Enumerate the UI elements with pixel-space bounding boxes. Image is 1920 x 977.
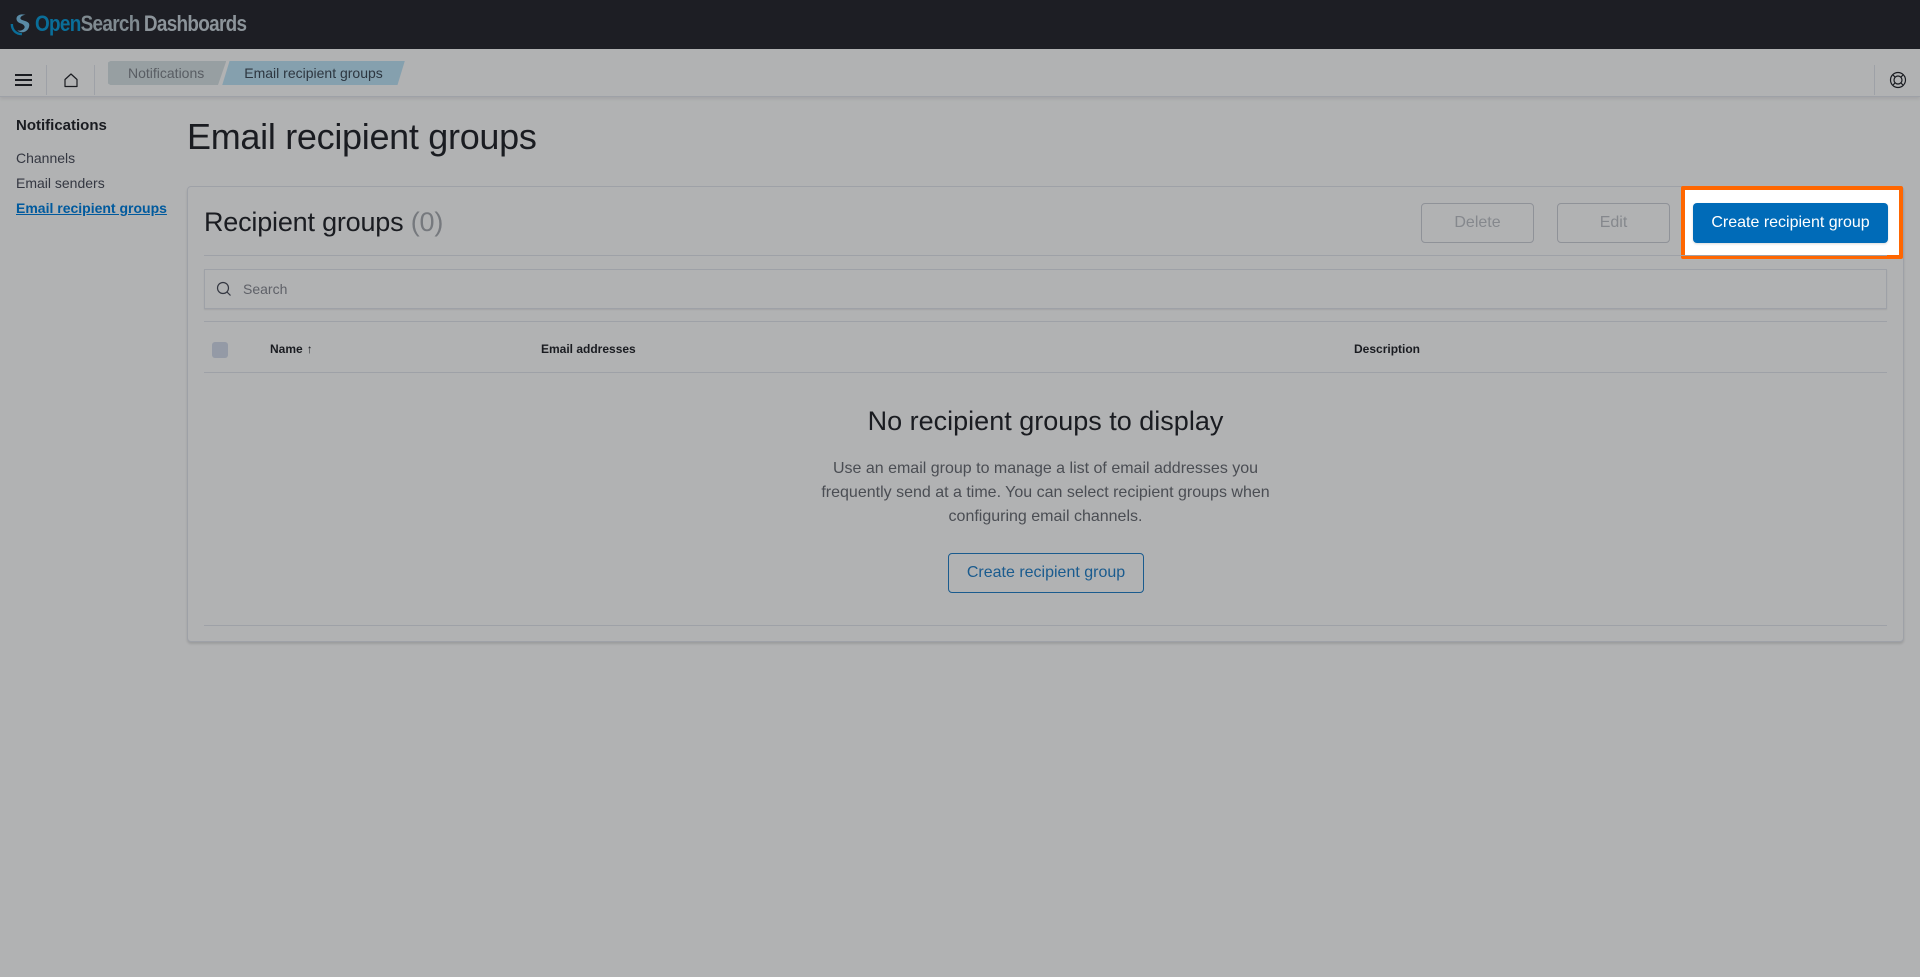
column-header-description[interactable]: Description [1354, 342, 1420, 356]
panel-title: Recipient groups (0) [204, 207, 443, 238]
help-button[interactable] [1874, 65, 1920, 95]
top-header: OpenSearch Dashboards [0, 0, 1920, 49]
empty-state-description: Use an email group to manage a list of e… [821, 460, 1270, 525]
breadcrumb-email-recipient-groups: Email recipient groups [222, 61, 405, 85]
opensearch-logo-icon [10, 14, 30, 36]
logo-text: OpenSearch Dashboards [35, 11, 247, 36]
breadcrumb: Notifications Email recipient groups [108, 61, 405, 85]
select-all-checkbox[interactable] [212, 342, 228, 358]
create-recipient-group-button[interactable]: Create recipient group [1693, 203, 1888, 243]
table-top-divider [204, 321, 1887, 322]
empty-state-create-button[interactable]: Create recipient group [948, 553, 1144, 593]
panel-title-text: Recipient groups [204, 207, 404, 237]
column-header-email-addresses[interactable]: Email addresses [541, 342, 636, 356]
search-icon [216, 281, 231, 296]
search-input[interactable] [243, 281, 1843, 297]
recipient-groups-panel: Recipient groups (0) Delete Edit Create … [187, 186, 1904, 642]
breadcrumb-bar: Notifications Email recipient groups [0, 49, 1920, 97]
sort-ascending-icon: ↑ [306, 342, 313, 356]
sidebar-item-channels[interactable]: Channels [16, 150, 75, 166]
table-bottom-divider [204, 625, 1887, 626]
sidebar-item-email-senders[interactable]: Email senders [16, 175, 105, 191]
sidebar-title: Notifications [16, 117, 107, 134]
menu-toggle-button[interactable] [0, 65, 47, 95]
sidebar-item-email-recipient-groups[interactable]: Email recipient groups [16, 200, 167, 216]
help-lifebuoy-icon [1889, 71, 1906, 89]
table-header-row: Name ↑ Email addresses Description [204, 325, 1887, 373]
column-name-label: Name [270, 342, 303, 356]
column-header-name[interactable]: Name ↑ [270, 342, 313, 356]
home-icon [64, 73, 78, 88]
breadcrumb-notifications[interactable]: Notifications [108, 61, 227, 85]
empty-state-title: No recipient groups to display [867, 406, 1224, 436]
page-title: Email recipient groups [187, 116, 537, 157]
delete-button[interactable]: Delete [1421, 203, 1534, 243]
search-field[interactable] [204, 269, 1887, 309]
recipient-groups-count: (0) [410, 207, 444, 237]
hamburger-menu-icon [14, 71, 32, 89]
panel-divider [204, 255, 1887, 256]
opensearch-dashboards-logo[interactable]: OpenSearch Dashboards [10, 9, 281, 39]
edit-button[interactable]: Edit [1557, 203, 1670, 243]
home-button[interactable] [48, 65, 95, 95]
